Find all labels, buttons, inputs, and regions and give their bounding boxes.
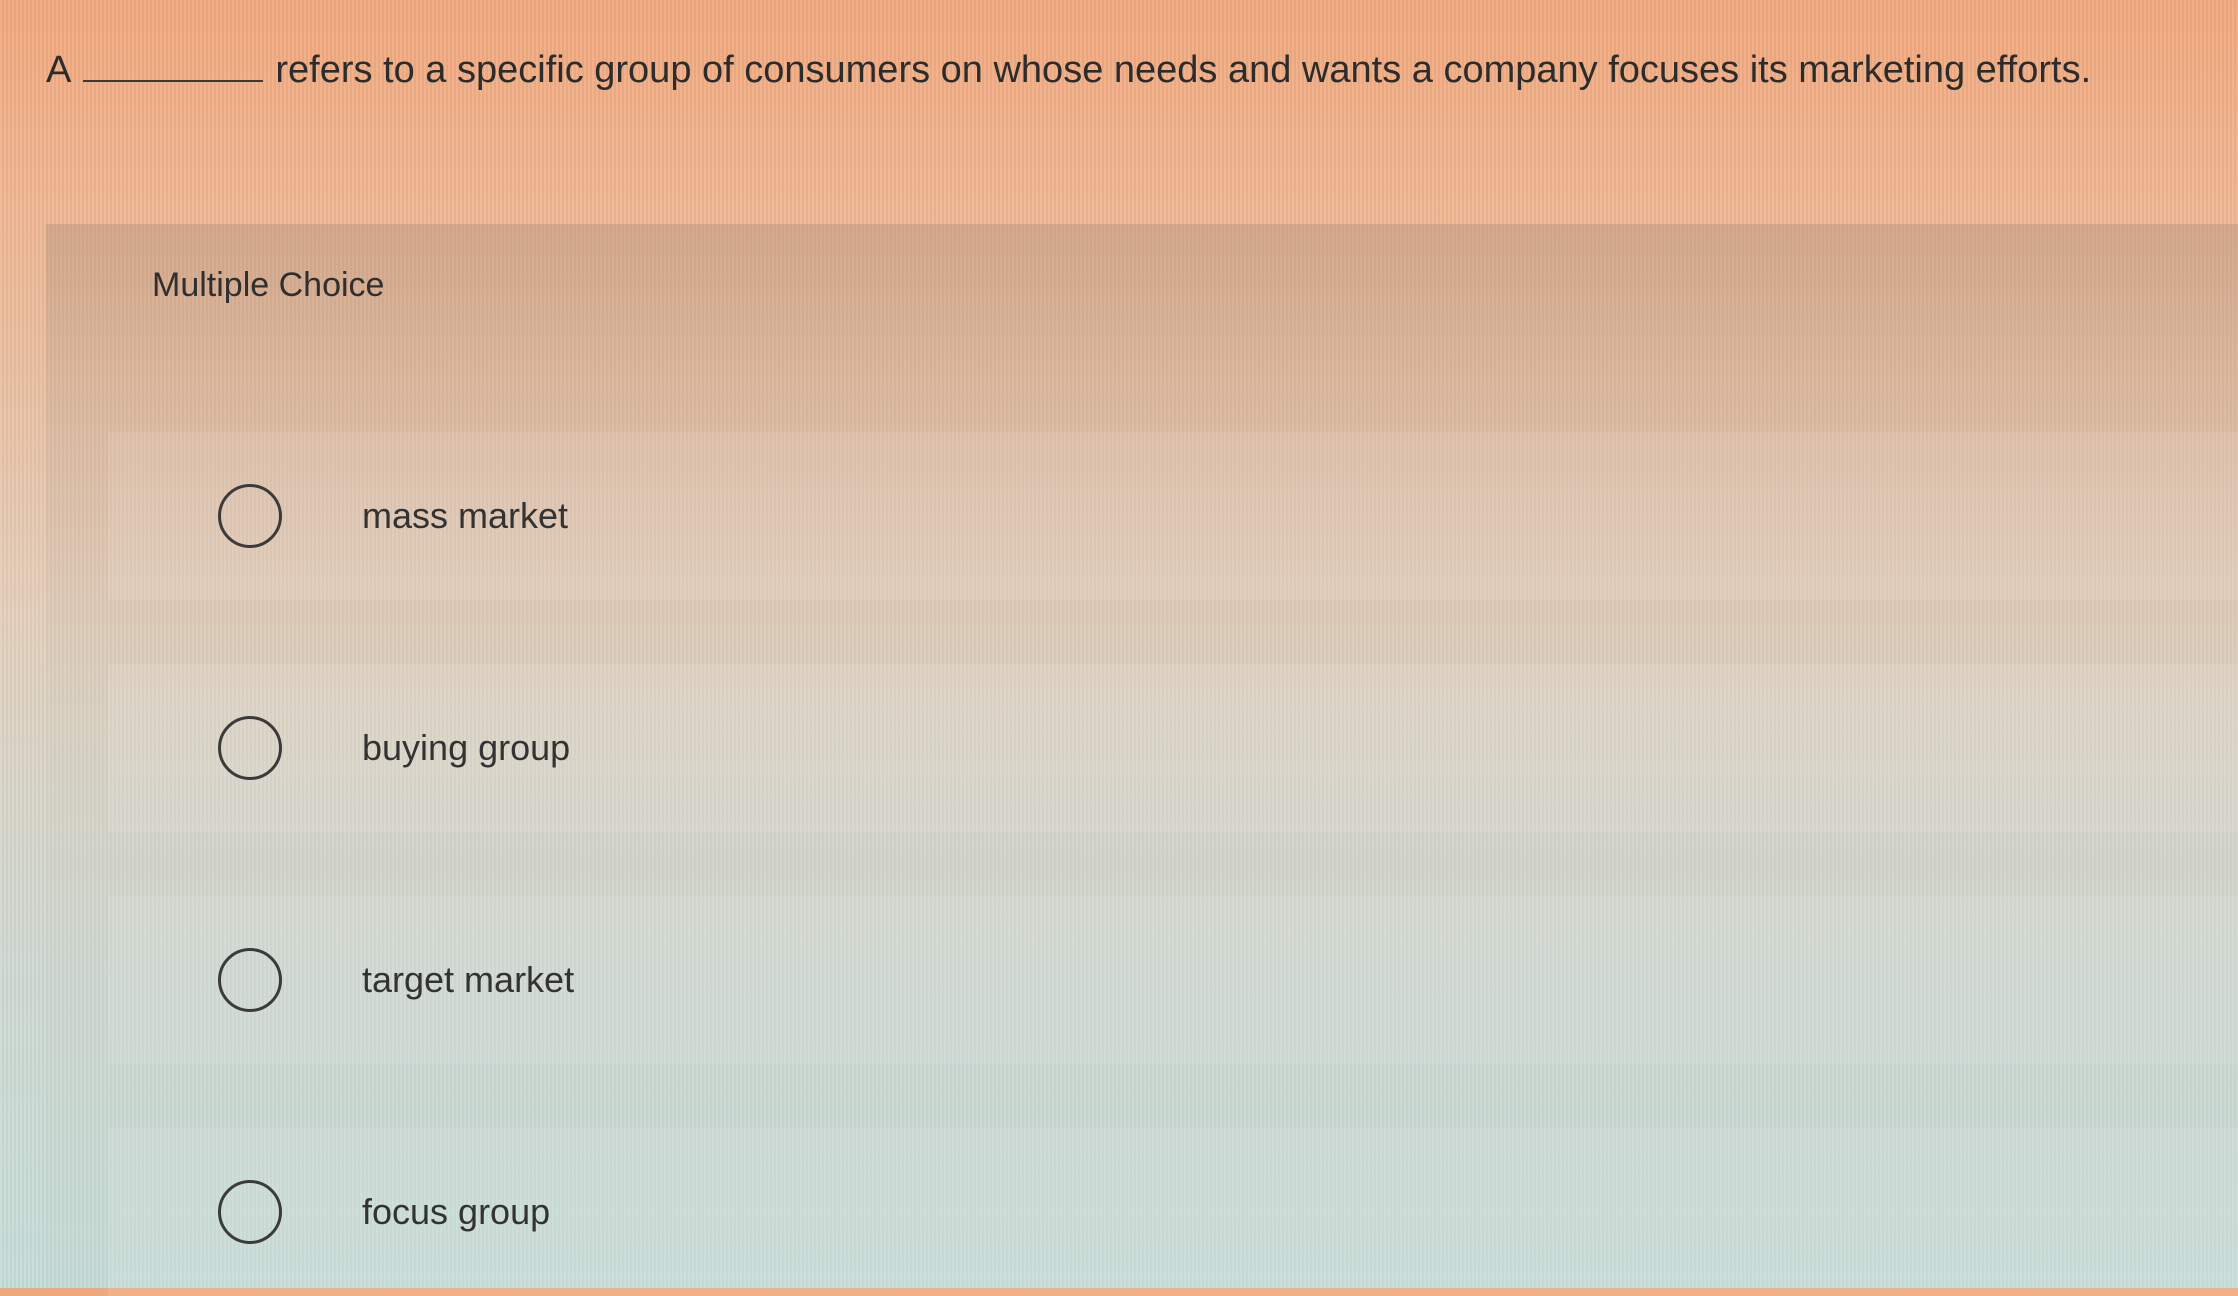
option-label: focus group bbox=[362, 1191, 551, 1232]
option-focus-group[interactable]: focus group bbox=[108, 1128, 2238, 1296]
option-mass-market[interactable]: mass market bbox=[108, 432, 2238, 600]
option-target-market[interactable]: target market bbox=[108, 896, 2238, 1064]
radio-button[interactable] bbox=[218, 484, 282, 548]
panel-title: Multiple Choice bbox=[152, 266, 385, 304]
option-label: target market bbox=[362, 959, 575, 1000]
radio-button[interactable] bbox=[218, 948, 282, 1012]
option-label: mass market bbox=[362, 495, 569, 536]
option-buying-group[interactable]: buying group bbox=[108, 664, 2238, 832]
radio-button[interactable] bbox=[218, 716, 282, 780]
question-prefix: A bbox=[46, 49, 72, 91]
answer-blank bbox=[83, 44, 264, 82]
option-label: buying group bbox=[362, 727, 571, 768]
multiple-choice-panel: Multiple Choice mass market buying group… bbox=[46, 224, 2238, 1296]
question-text: Arefers to a specific group of consumers… bbox=[46, 44, 2226, 94]
radio-button[interactable] bbox=[218, 1180, 282, 1244]
question-suffix: refers to a specific group of consumers … bbox=[275, 49, 2092, 91]
